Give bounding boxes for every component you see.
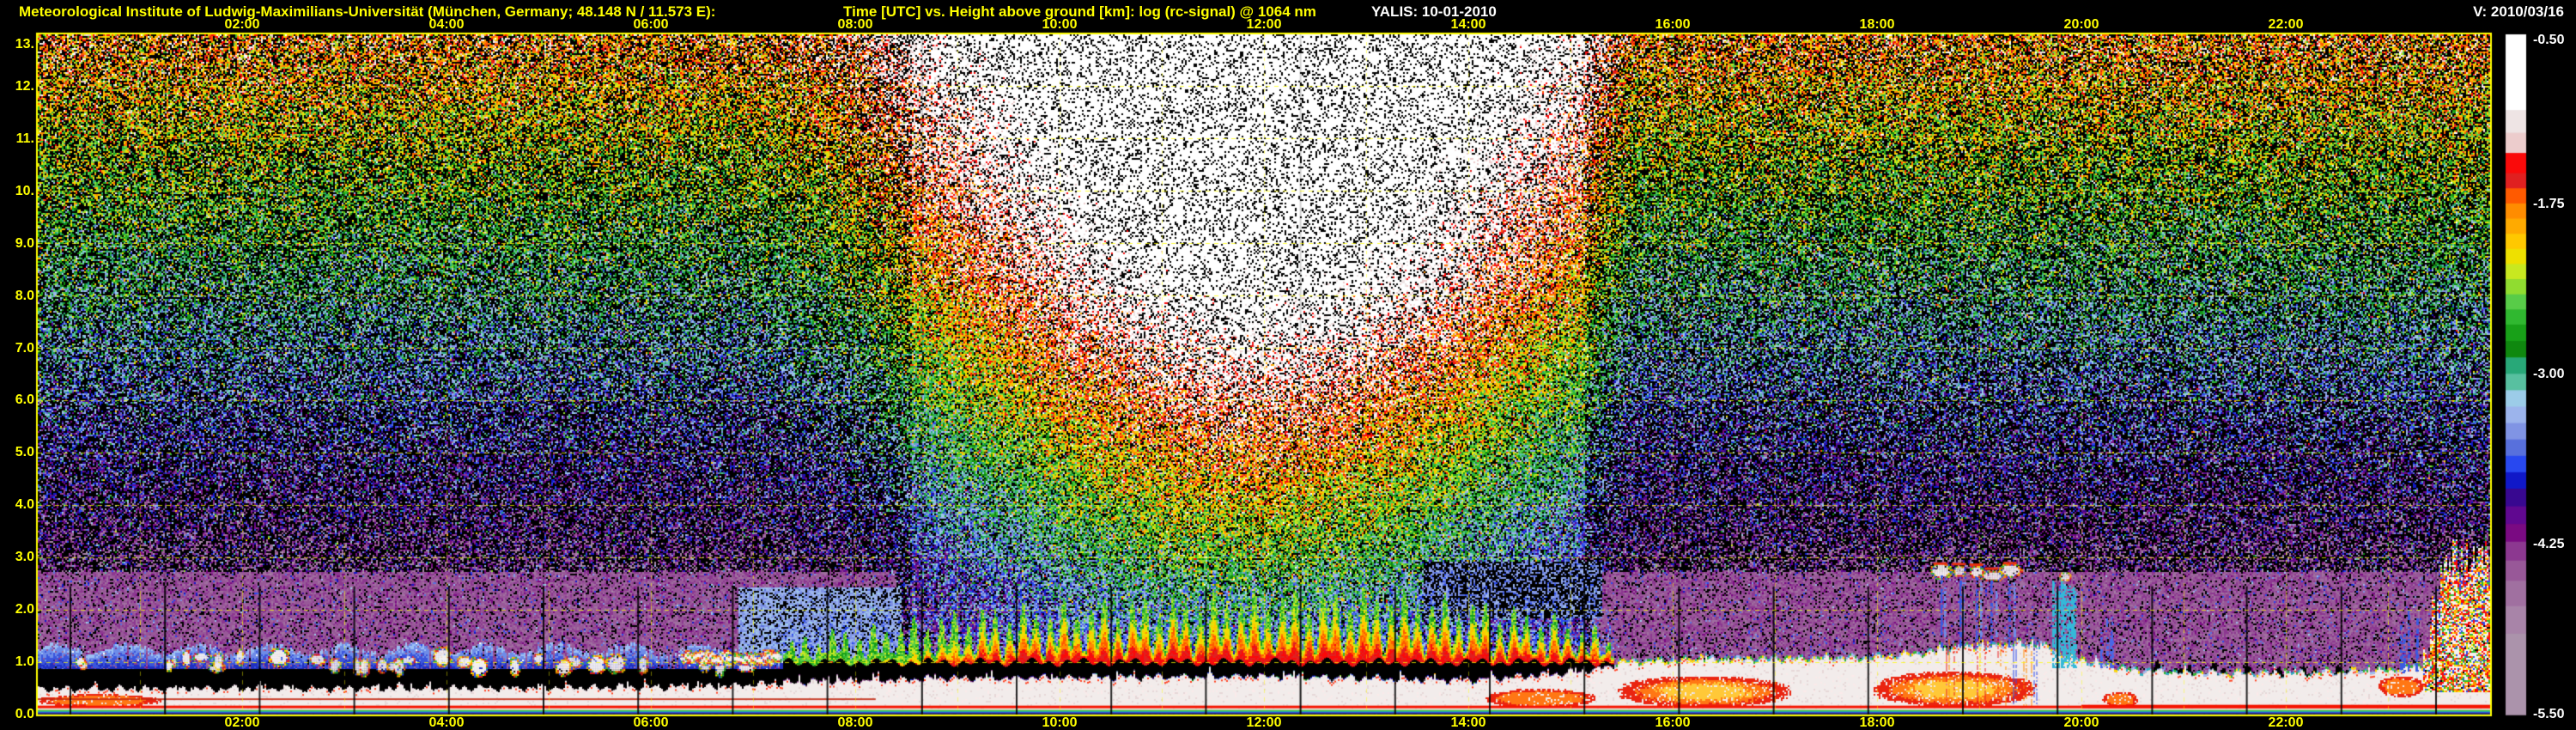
colorbar-tick--3.00: -3.00	[2533, 367, 2565, 381]
colorbar-tick--4.25: -4.25	[2533, 537, 2565, 551]
y-tick-13.: 13.	[15, 37, 34, 52]
colorbar-tick--5.50: -5.50	[2533, 707, 2565, 721]
institute-label: Meteorological Institute of Ludwig-Maxim…	[19, 3, 716, 20]
x-tick-bottom-12:00: 12:00	[1246, 715, 1282, 730]
x-tick-top-22:00: 22:00	[2268, 17, 2304, 32]
y-tick-11.: 11.	[15, 131, 34, 146]
x-tick-bottom-16:00: 16:00	[1655, 715, 1691, 730]
colorbar-tick--0.50: -0.50	[2533, 33, 2565, 47]
y-tick-6.0: 6.0	[15, 392, 34, 408]
x-tick-top-20:00: 20:00	[2063, 17, 2099, 32]
x-tick-top-10:00: 10:00	[1042, 17, 1078, 32]
x-tick-top-12:00: 12:00	[1246, 17, 1282, 32]
x-tick-bottom-10:00: 10:00	[1042, 715, 1078, 730]
y-tick-4.0: 4.0	[15, 497, 34, 513]
y-tick-9.0: 9.0	[15, 235, 34, 251]
x-tick-top-02:00: 02:00	[224, 17, 260, 32]
x-tick-top-04:00: 04:00	[428, 17, 465, 32]
x-tick-bottom-22:00: 22:00	[2268, 715, 2304, 730]
y-tick-10.: 10.	[15, 183, 34, 198]
x-tick-bottom-20:00: 20:00	[2063, 715, 2099, 730]
y-tick-5.0: 5.0	[15, 445, 34, 460]
x-tick-top-14:00: 14:00	[1450, 17, 1486, 32]
x-tick-bottom-18:00: 18:00	[1859, 715, 1895, 730]
yalis-lidar-quicklook: Meteorological Institute of Ludwig-Maxim…	[0, 0, 2576, 730]
version-label: V: 2010/03/16	[2473, 3, 2564, 20]
y-tick-7.0: 7.0	[15, 340, 34, 356]
y-tick-12.: 12.	[15, 78, 34, 94]
lidar-heatmap-canvas	[0, 0, 2576, 730]
x-tick-top-16:00: 16:00	[1655, 17, 1691, 32]
y-tick-0.0: 0.0	[15, 707, 34, 721]
x-tick-bottom-06:00: 06:00	[633, 715, 669, 730]
colorbar-tick--1.75: -1.75	[2533, 197, 2565, 211]
plot-title: Time [UTC] vs. Height above ground [km]:…	[843, 3, 1316, 20]
x-tick-bottom-14:00: 14:00	[1450, 715, 1486, 730]
x-tick-bottom-04:00: 04:00	[428, 715, 465, 730]
y-tick-2.0: 2.0	[15, 602, 34, 617]
x-tick-bottom-08:00: 08:00	[837, 715, 873, 730]
y-tick-8.0: 8.0	[15, 288, 34, 303]
x-tick-top-06:00: 06:00	[633, 17, 669, 32]
y-tick-1.0: 1.0	[15, 654, 34, 670]
x-tick-top-08:00: 08:00	[837, 17, 873, 32]
y-tick-3.0: 3.0	[15, 550, 34, 565]
x-tick-bottom-02:00: 02:00	[224, 715, 260, 730]
x-tick-top-18:00: 18:00	[1859, 17, 1895, 32]
